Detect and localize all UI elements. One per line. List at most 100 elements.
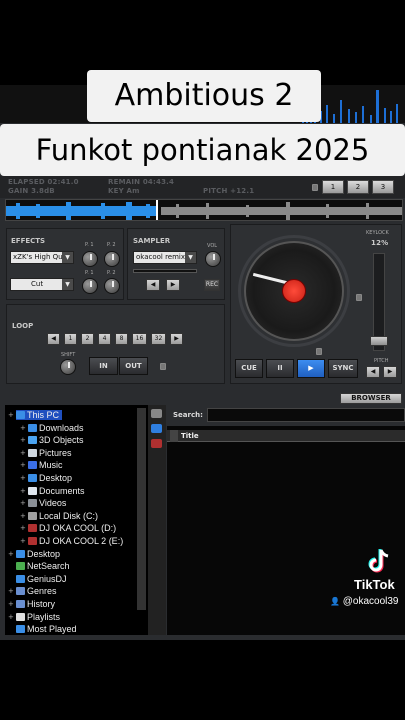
loop-size-8[interactable]: 8 [115, 333, 128, 345]
tree-item[interactable]: Downloads [28, 423, 84, 433]
tree-item[interactable]: Videos [28, 498, 66, 508]
deck-button-2[interactable]: 2 [347, 180, 369, 194]
tree-scrollbar[interactable] [137, 408, 146, 610]
pitch-up-button[interactable]: ▶ [383, 366, 397, 378]
search-input[interactable] [207, 408, 405, 422]
loop-size-4[interactable]: 4 [98, 333, 111, 345]
loop-size-2[interactable]: 2 [81, 333, 94, 345]
sync-lock-icon[interactable] [316, 348, 322, 355]
loop-lock-icon[interactable] [160, 363, 166, 370]
tree-item[interactable]: History [16, 599, 55, 609]
browser-button[interactable]: BROWSER [340, 393, 402, 404]
lock-icon[interactable] [312, 184, 318, 191]
tree-item[interactable]: Local Disk (C:) [28, 511, 98, 521]
tree-item[interactable]: Documents [28, 486, 85, 496]
sampler-play-button[interactable]: ▶ [166, 279, 180, 291]
effect-select[interactable]: xZK's High Qu ▼ [10, 251, 74, 264]
tree-expander-icon[interactable]: + [8, 550, 14, 558]
folder-icon [16, 411, 25, 419]
loop-in-button[interactable]: IN [89, 357, 118, 375]
add-folder-icon[interactable] [151, 409, 162, 418]
folder-icon [28, 423, 37, 432]
tree-item[interactable]: GeniusDJ [16, 574, 67, 584]
cue-button[interactable]: CUE [235, 359, 263, 378]
pitch-slider-handle[interactable] [370, 336, 388, 346]
sample-select[interactable]: okacool remix ▼ [133, 251, 197, 264]
tree-item[interactable]: 3D Objects [28, 435, 84, 445]
loop-shrink-button[interactable]: ◀ [47, 333, 60, 345]
tree-item-label: DJ OKA COOL (D:) [39, 523, 117, 534]
deck-button-1[interactable]: 1 [322, 180, 344, 194]
deck-button-3[interactable]: 3 [372, 180, 394, 194]
effect-param-2-knob[interactable] [104, 251, 120, 267]
tree-item[interactable]: Desktop [16, 549, 60, 559]
tree-item-label: History [27, 599, 56, 609]
tree-expander-icon[interactable]: + [8, 411, 14, 419]
tree-item-label: Downloads [39, 422, 84, 433]
folder-icon [16, 625, 25, 634]
tree-expander-icon[interactable]: + [20, 512, 26, 520]
shift-knob[interactable] [60, 359, 76, 375]
effect-param-1-knob[interactable] [82, 251, 98, 267]
tree-item[interactable]: Genres [16, 586, 57, 596]
sampler-prev-button[interactable]: ◀ [146, 279, 160, 291]
tree-expander-icon[interactable]: + [20, 461, 26, 469]
tree-item-label: DJ OKA COOL 2 (E:) [39, 536, 124, 546]
pitch-range: 12% [371, 239, 389, 247]
cut-select[interactable]: Cut ▼ [10, 278, 74, 291]
loop-size-16[interactable]: 16 [132, 333, 147, 345]
tree-expander-icon[interactable]: + [20, 487, 26, 495]
tree-expander-icon[interactable]: + [20, 524, 26, 532]
tree-item[interactable]: Most Played [16, 624, 77, 634]
tree-item-label: Documents [39, 485, 85, 496]
tree-expander-icon[interactable]: + [8, 613, 14, 621]
tree-item[interactable]: DJ OKA COOL (D:) [28, 523, 116, 533]
knob-label-p1b: P. 1 [85, 270, 94, 276]
tree-expander-icon[interactable]: + [20, 474, 26, 482]
tree-item[interactable]: Music [28, 460, 63, 470]
play-button[interactable]: ▶ [297, 359, 325, 378]
tree-item-label: Music [39, 460, 63, 471]
loop-out-button[interactable]: OUT [119, 357, 148, 375]
pitch-down-button[interactable]: ◀ [366, 366, 380, 378]
track-waveform[interactable] [5, 199, 403, 221]
loop-extend-button[interactable]: ▶ [170, 333, 183, 345]
pitch-label: PITCH [374, 358, 389, 364]
tree-item[interactable]: Playlists [16, 612, 60, 622]
remove-folder-icon[interactable] [151, 439, 162, 448]
sampler-volume-knob[interactable] [205, 251, 221, 267]
tree-expander-icon[interactable]: + [8, 600, 14, 608]
tree-item[interactable]: Desktop [28, 473, 72, 483]
folder-icon [28, 537, 37, 545]
folder-icon [16, 562, 25, 571]
tree-expander-icon[interactable]: + [20, 436, 26, 444]
platter-lock-icon[interactable] [356, 294, 362, 301]
folder-icon [28, 461, 37, 470]
tree-item[interactable]: This PC [16, 410, 63, 420]
tree-item[interactable]: Pictures [28, 448, 72, 458]
track-list-header [167, 430, 405, 442]
tree-expander-icon[interactable]: + [8, 587, 14, 595]
folder-icon [28, 499, 37, 508]
tree-item-label: Most Played [27, 624, 77, 635]
folder-icon [28, 448, 37, 457]
cut-param-1-knob[interactable] [82, 278, 98, 294]
loop-size-32[interactable]: 32 [151, 333, 166, 345]
pause-button[interactable]: II [266, 359, 294, 378]
tree-item[interactable]: DJ OKA COOL 2 (E:) [28, 536, 123, 546]
tree-expander-icon[interactable]: + [20, 449, 26, 457]
cut-param-2-knob[interactable] [104, 278, 120, 294]
add-virtual-folder-icon[interactable] [151, 424, 162, 433]
sampler-rec-button[interactable]: REC [204, 279, 220, 291]
header-sort-handle[interactable] [170, 430, 178, 442]
sync-button[interactable]: SYNC [328, 359, 358, 378]
tree-expander-icon[interactable]: + [20, 424, 26, 432]
tree-item[interactable]: NetSearch [16, 561, 70, 571]
tree-expander-icon[interactable]: + [20, 499, 26, 507]
user-icon: 👤 [330, 597, 340, 606]
platter-center-label [282, 279, 306, 303]
loop-size-1[interactable]: 1 [64, 333, 77, 345]
tree-expander-icon[interactable]: + [20, 537, 26, 545]
column-title[interactable]: Title [181, 432, 199, 440]
tree-item-label: Playlists [27, 611, 61, 622]
